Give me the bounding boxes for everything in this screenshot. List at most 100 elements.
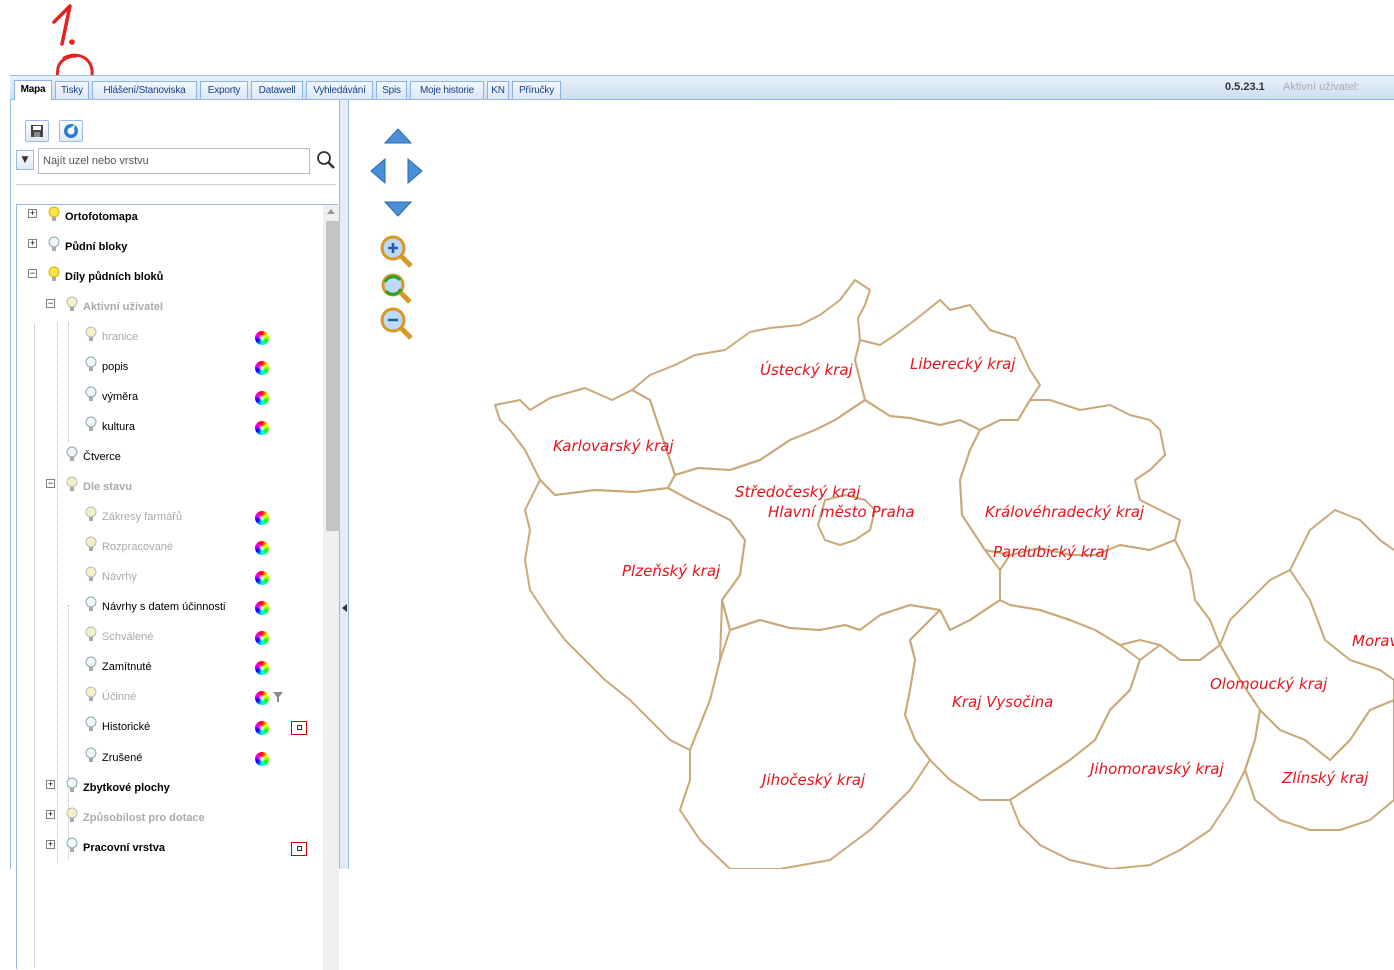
tree-node-pracovni[interactable]: + Pracovní vrstva [17, 836, 317, 866]
color-wheel-icon[interactable] [255, 601, 269, 615]
lightbulb-off-icon[interactable] [84, 746, 98, 769]
color-wheel-icon[interactable] [255, 511, 269, 525]
lightbulb-on-icon[interactable] [84, 505, 98, 528]
color-wheel-icon[interactable] [255, 691, 269, 705]
tree-node-kultura[interactable]: kultura [17, 415, 317, 445]
region-label-stredocesky: Středočeský kraj [735, 483, 861, 501]
lightbulb-on-icon[interactable] [65, 295, 79, 318]
tree-node-label: Čtverce [83, 451, 121, 463]
panel-splitter[interactable] [340, 100, 349, 869]
version-label: 0.5.23.1 [1225, 81, 1265, 93]
search-input[interactable]: Najít uzel nebo vrstvu [38, 148, 310, 174]
color-wheel-icon[interactable] [255, 631, 269, 645]
tab-moje-historie[interactable]: Moje historie [410, 81, 484, 99]
tab-tisky[interactable]: Tisky [55, 81, 89, 99]
tree-node-dle-stavu[interactable]: − Dle stavu [17, 475, 317, 505]
collapse-arrow-icon[interactable] [342, 604, 347, 612]
region-label-moravskoslezsky: Morav [1352, 632, 1394, 650]
color-wheel-icon[interactable] [255, 661, 269, 675]
lightbulb-on-icon[interactable] [47, 205, 61, 228]
lightbulb-off-icon[interactable] [84, 385, 98, 408]
tree-node-aktivni-uzivatel[interactable]: − Aktivní uživatel [17, 295, 317, 325]
collapse-icon[interactable]: − [28, 269, 37, 278]
lightbulb-on-icon[interactable] [47, 265, 61, 288]
color-wheel-icon[interactable] [255, 331, 269, 345]
expand-icon[interactable]: + [46, 840, 55, 849]
lightbulb-on-icon[interactable] [65, 806, 79, 829]
lightbulb-off-icon[interactable] [65, 836, 79, 859]
lightbulb-on-icon[interactable] [65, 475, 79, 498]
search-button[interactable] [313, 148, 339, 174]
expand-icon[interactable]: + [46, 780, 55, 789]
tab-vyhledavani[interactable]: Vyhledávání [306, 81, 373, 99]
tree-node-pudni-bloky[interactable]: + Půdní bloky [17, 235, 317, 265]
lightbulb-off-icon[interactable] [84, 655, 98, 678]
color-wheel-icon[interactable] [255, 541, 269, 555]
tree-node-dily-pudnich-bloku[interactable]: − Díly půdních bloků [17, 265, 317, 295]
tab-exporty[interactable]: Exporty [200, 81, 248, 99]
lightbulb-off-icon[interactable] [65, 445, 79, 468]
lightbulb-off-icon[interactable] [84, 595, 98, 618]
lightbulb-off-icon[interactable] [47, 235, 61, 258]
annotation-step-label [40, 0, 100, 50]
color-wheel-icon[interactable] [255, 571, 269, 585]
color-wheel-icon[interactable] [255, 752, 269, 766]
lightbulb-on-icon[interactable] [84, 625, 98, 648]
tree-node-ortofotomapa[interactable]: + Ortofotomapa [17, 205, 317, 235]
tree-node-schvalene[interactable]: Schválené [17, 625, 317, 655]
refresh-button[interactable] [59, 120, 83, 142]
tree-node-zrusene[interactable]: Zrušené [17, 746, 317, 776]
tree-scrollbar[interactable] [323, 205, 340, 970]
tree-node-zbytkove[interactable]: + Zbytkové plochy [17, 776, 317, 806]
tree-node-label: Ortofotomapa [65, 211, 138, 223]
color-wheel-icon[interactable] [255, 721, 269, 735]
region-border-zlinsky [1244, 699, 1394, 831]
lightbulb-off-icon[interactable] [65, 776, 79, 799]
map-view[interactable]: Ústecký kraj Liberecký kraj Karlovarský … [350, 100, 1394, 869]
tab-kn[interactable]: KN [487, 81, 509, 99]
panel-separator [16, 184, 336, 185]
tree-node-ctverce[interactable]: Čtverce [17, 445, 317, 475]
save-icon [31, 125, 43, 137]
scroll-thumb[interactable] [326, 221, 340, 531]
tree-node-historicke[interactable]: Historické [17, 715, 317, 745]
lightbulb-on-icon[interactable] [84, 535, 98, 558]
lightbulb-on-icon[interactable] [84, 325, 98, 348]
expand-icon[interactable]: + [28, 209, 37, 218]
color-wheel-icon[interactable] [255, 421, 269, 435]
edit-layer-icon[interactable] [291, 842, 307, 856]
collapse-icon[interactable]: − [46, 479, 55, 488]
tree-node-zamitnute[interactable]: Zamítnuté [17, 655, 317, 685]
expand-icon[interactable]: + [46, 810, 55, 819]
tree-node-zakresy[interactable]: Zákresy farmářů [17, 505, 317, 535]
save-button[interactable] [25, 120, 49, 142]
tree-node-rozpracovane[interactable]: Rozpracované [17, 535, 317, 565]
tree-node-navrhy[interactable]: Návrhy [17, 565, 317, 595]
expand-icon[interactable]: + [28, 239, 37, 248]
lightbulb-off-icon[interactable] [84, 715, 98, 738]
scroll-up-arrow[interactable] [327, 209, 335, 214]
tree-node-ucinne[interactable]: Účinné [17, 685, 317, 715]
filter-icon[interactable] [273, 691, 283, 706]
tab-spis[interactable]: Spis [376, 81, 407, 99]
tree-node-zpusobilost[interactable]: + Způsobilost pro dotace [17, 806, 317, 836]
tab-hlaseni-stanoviska[interactable]: Hlášení/Stanoviska [92, 81, 197, 99]
lightbulb-on-icon[interactable] [84, 565, 98, 588]
lightbulb-on-icon[interactable] [84, 685, 98, 708]
search-dropdown-button[interactable]: ▼ [16, 150, 34, 170]
lightbulb-off-icon[interactable] [84, 415, 98, 438]
tree-node-label: Účinné [102, 691, 137, 703]
edit-layer-icon[interactable] [291, 721, 307, 735]
tree-node-navrhy-datum[interactable]: Návrhy s datem účinnosti [17, 595, 317, 625]
tab-prirucky[interactable]: Příručky [512, 81, 561, 99]
color-wheel-icon[interactable] [255, 361, 269, 375]
tree-node-vymera[interactable]: výměra [17, 385, 317, 415]
tab-datawell[interactable]: Datawell [251, 81, 303, 99]
lightbulb-off-icon[interactable] [84, 355, 98, 378]
color-wheel-icon[interactable] [255, 391, 269, 405]
tree-node-hranice[interactable]: hranice [17, 325, 317, 355]
tree-node-label: kultura [102, 421, 136, 433]
tree-node-popis[interactable]: popis [17, 355, 317, 385]
tab-mapa[interactable]: Mapa [14, 80, 52, 100]
collapse-icon[interactable]: − [46, 299, 55, 308]
